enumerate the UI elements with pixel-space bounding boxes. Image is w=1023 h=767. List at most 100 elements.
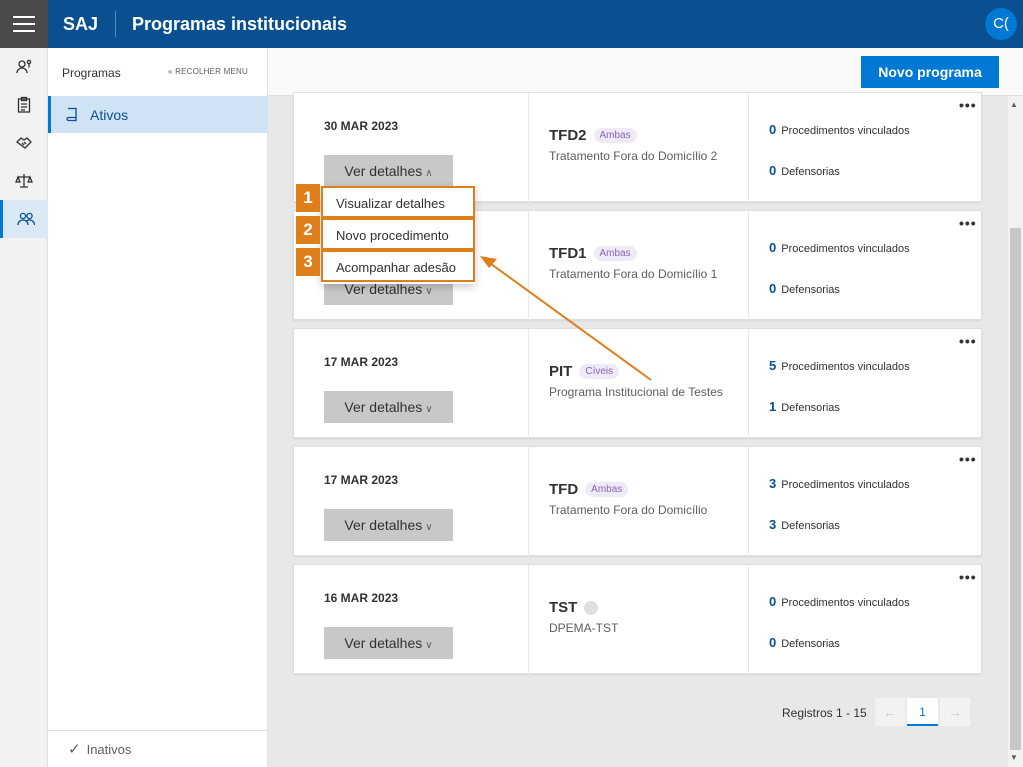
- clipboard-icon[interactable]: [0, 86, 48, 124]
- procedures-count: 0 Procedimentos vinculados: [769, 594, 910, 609]
- defensorias-count: 0 Defensorias: [769, 635, 840, 650]
- procedures-label: Procedimentos vinculados: [781, 479, 910, 491]
- view-details-label: Ver detalhes: [344, 635, 423, 651]
- view-details-button[interactable]: Ver detalhes ∨: [324, 627, 453, 659]
- divider: [528, 447, 529, 557]
- program-code: TFD2 Ambas: [549, 127, 637, 144]
- chevron-down-icon: ∨: [425, 640, 433, 651]
- sidebar-item-label: Inativos: [86, 741, 132, 757]
- menu-item-new-procedure[interactable]: Novo procedimento: [321, 218, 475, 250]
- next-page-arrow-icon[interactable]: →: [940, 698, 970, 726]
- scope-tag: Cíveis: [579, 364, 620, 379]
- program-code: PIT Cíveis: [549, 363, 620, 380]
- side-panel: Programas « RECOLHER MENU Ativos ✓ Inati…: [48, 48, 268, 767]
- scope-tag: Ambas: [585, 482, 629, 497]
- more-options-icon[interactable]: •••: [959, 451, 977, 467]
- program-code: TFD1 Ambas: [549, 245, 637, 262]
- scope-tag-empty: [584, 600, 599, 615]
- procedures-count: 5 Procedimentos vinculados: [769, 358, 910, 373]
- program-code-text: TFD1: [549, 245, 587, 262]
- program-code-text: TFD2: [549, 127, 587, 144]
- brand-divider: [115, 11, 116, 37]
- program-code-text: PIT: [549, 363, 573, 380]
- view-details-label: Ver detalhes: [344, 163, 423, 179]
- book-icon: [66, 107, 77, 122]
- procedures-number: 3: [769, 476, 777, 491]
- defensorias-count: 0 Defensorias: [769, 281, 840, 296]
- annotation-badge: 2: [296, 216, 320, 244]
- handshake-icon[interactable]: [0, 124, 48, 162]
- procedures-number: 0: [769, 240, 777, 255]
- new-program-button[interactable]: Novo programa: [861, 56, 999, 88]
- collapse-menu-button[interactable]: « RECOLHER MENU: [168, 67, 248, 76]
- prev-page-arrow-icon[interactable]: ←: [875, 698, 905, 726]
- defensorias-label: Defensorias: [781, 402, 840, 414]
- procedures-count: 0 Procedimentos vinculados: [769, 122, 910, 137]
- program-code: TST: [549, 599, 599, 616]
- divider: [528, 329, 529, 439]
- procedures-number: 5: [769, 358, 777, 373]
- collapse-menu-label: RECOLHER MENU: [175, 67, 248, 76]
- procedures-number: 0: [769, 594, 777, 609]
- divider: [748, 447, 749, 557]
- chevron-down-icon: ∨: [425, 404, 433, 415]
- current-page[interactable]: 1: [907, 698, 938, 726]
- chevron-down-icon: ∨: [425, 286, 433, 297]
- annotation-badge: 3: [296, 248, 320, 276]
- procedures-count: 3 Procedimentos vinculados: [769, 476, 910, 491]
- side-panel-title: Programas: [62, 66, 121, 80]
- defensorias-count: 1 Defensorias: [769, 399, 840, 414]
- defensorias-count: 0 Defensorias: [769, 163, 840, 178]
- more-options-icon[interactable]: •••: [959, 97, 977, 113]
- scrollbar-thumb[interactable]: [1010, 228, 1021, 750]
- chevron-up-icon: ∧: [425, 168, 433, 179]
- program-name: Programa Institucional de Testes: [549, 385, 723, 399]
- scroll-down-arrow-icon[interactable]: ▼: [1010, 753, 1018, 762]
- divider: [748, 211, 749, 321]
- view-details-label: Ver detalhes: [344, 517, 423, 533]
- defensorias-label: Defensorias: [781, 284, 840, 296]
- divider: [528, 211, 529, 321]
- program-date: 17 MAR 2023: [324, 355, 399, 369]
- view-details-button[interactable]: Ver detalhes ∨: [324, 391, 453, 423]
- scroll-up-arrow-icon[interactable]: ▲: [1010, 100, 1018, 109]
- menu-item-view-details[interactable]: Visualizar detalhes: [321, 186, 475, 218]
- program-name: Tratamento Fora do Domicílio: [549, 503, 708, 517]
- defensorias-label: Defensorias: [781, 638, 840, 650]
- people-icon[interactable]: [0, 200, 48, 238]
- program-code-text: TFD: [549, 481, 579, 498]
- procedures-label: Procedimentos vinculados: [781, 243, 910, 255]
- more-options-icon[interactable]: •••: [959, 215, 977, 231]
- page-title: Programas institucionais: [132, 14, 348, 34]
- checkmark-icon: ✓: [68, 741, 81, 758]
- divider: [528, 565, 529, 675]
- defensorias-number: 0: [769, 635, 777, 650]
- program-name: DPEMA-TST: [549, 621, 619, 635]
- scales-icon[interactable]: [0, 162, 48, 200]
- program-code-text: TST: [549, 599, 578, 616]
- procedures-label: Procedimentos vinculados: [781, 361, 910, 373]
- view-details-button[interactable]: Ver detalhes ∧: [324, 155, 453, 187]
- more-options-icon[interactable]: •••: [959, 333, 977, 349]
- procedures-label: Procedimentos vinculados: [781, 597, 910, 609]
- brand-name[interactable]: SAJ: [63, 0, 98, 48]
- view-details-button[interactable]: Ver detalhes ∨: [324, 509, 453, 541]
- divider: [748, 565, 749, 675]
- sidebar-item-inativos[interactable]: ✓ Inativos: [48, 730, 268, 767]
- double-chevron-left-icon: «: [168, 67, 173, 76]
- more-options-icon[interactable]: •••: [959, 569, 977, 585]
- sidebar-item-ativos[interactable]: Ativos: [48, 96, 268, 133]
- sidebar-item-label: Ativos: [90, 106, 129, 123]
- program-code: TFD Ambas: [549, 481, 629, 498]
- program-date: 30 MAR 2023: [324, 119, 399, 133]
- menu-item-track-adhesion[interactable]: Acompanhar adesão: [321, 250, 475, 282]
- avatar[interactable]: C(: [985, 8, 1017, 40]
- procedures-number: 0: [769, 122, 777, 137]
- person-key-icon[interactable]: [0, 48, 48, 86]
- program-date: 16 MAR 2023: [324, 591, 399, 605]
- view-details-label: Ver detalhes: [344, 399, 423, 415]
- hamburger-menu-icon[interactable]: [0, 0, 48, 48]
- defensorias-number: 3: [769, 517, 777, 532]
- scope-tag: Ambas: [593, 246, 637, 261]
- top-bar: SAJ Programas institucionais C(: [0, 0, 1023, 48]
